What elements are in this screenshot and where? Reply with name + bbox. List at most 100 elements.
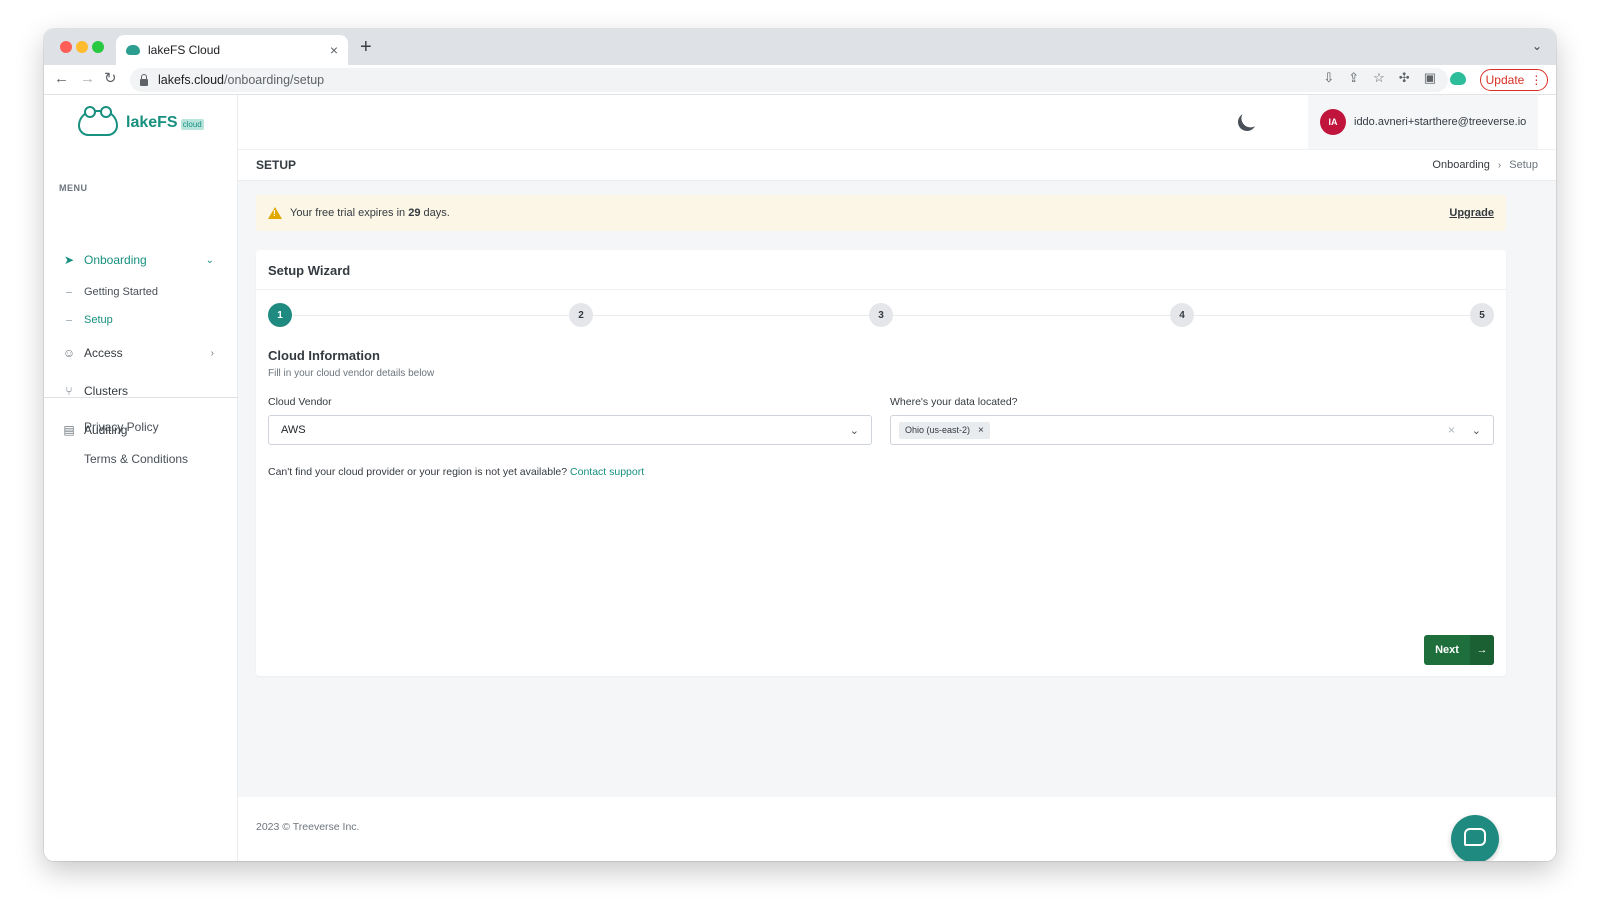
bookmark-star-icon[interactable]: ☆ — [1373, 70, 1385, 86]
frog-logo-icon — [78, 106, 118, 136]
tab-strip: lakeFS Cloud × + ⌄ — [44, 29, 1556, 65]
setup-wizard-card: Setup Wizard 1 2 3 4 5 Cloud Information… — [256, 250, 1506, 676]
cloud-vendor-select[interactable]: AWS ⌄ — [268, 415, 872, 445]
user-email: iddo.avneri+starthere@treeverse.io — [1354, 116, 1527, 128]
new-tab-button[interactable]: + — [360, 37, 372, 57]
menu-label: MENU — [59, 183, 88, 193]
dash-marker — [66, 291, 72, 293]
sidebar: lakeFS cloud MENU ➤ Onboarding ⌄ Getting… — [44, 95, 238, 861]
cloud-vendor-value: AWS — [281, 424, 306, 436]
url-path: /onboarding/setup — [224, 73, 325, 87]
user-menu[interactable]: IA iddo.avneri+starthere@treeverse.io — [1308, 95, 1538, 149]
privacy-policy-link[interactable]: Privacy Policy — [84, 420, 159, 434]
data-location-select[interactable]: Ohio (us-east-2) × × ⌄ — [890, 415, 1494, 445]
upgrade-link[interactable]: Upgrade — [1449, 207, 1494, 219]
sidebar-divider — [44, 397, 238, 398]
clear-selection-icon[interactable]: × — [1448, 423, 1455, 437]
section-subtitle: Fill in your cloud vendor details below — [268, 368, 435, 379]
branch-icon: ⑂ — [65, 384, 73, 398]
tab-close-icon[interactable]: × — [330, 42, 338, 58]
browser-toolbar: ← → ↻ lakefs.cloud/onboarding/setup ⇩ ⇪ … — [44, 65, 1556, 95]
top-bar: IA iddo.avneri+starthere@treeverse.io — [238, 95, 1556, 149]
sidebar-subitem-label: Setup — [84, 314, 113, 326]
step-3[interactable]: 3 — [869, 303, 893, 327]
side-panel-icon[interactable]: ▣ — [1424, 70, 1436, 86]
lakefs-extension-icon[interactable] — [1450, 71, 1466, 85]
sidebar-item-label: Access — [84, 346, 123, 360]
lakefs-favicon-icon — [126, 45, 140, 55]
cloud-vendor-label: Cloud Vendor — [268, 396, 332, 408]
copyright-text: 2023 © Treeverse Inc. — [256, 821, 360, 833]
extensions-puzzle-icon[interactable]: ✣ — [1399, 70, 1410, 86]
browser-tab[interactable]: lakeFS Cloud × — [116, 35, 348, 65]
arrow-right-icon: → — [1470, 635, 1494, 665]
sidebar-item-access[interactable]: ☺ Access › — [62, 341, 222, 365]
help-text: Can't find your cloud provider or your r… — [268, 466, 645, 478]
card-header: Setup Wizard — [256, 250, 1506, 290]
toolbar-icons: ⇩ ⇪ ☆ ✣ ▣ — [1323, 70, 1466, 86]
chat-support-button[interactable] — [1451, 815, 1499, 861]
reload-icon[interactable]: ↻ — [104, 70, 117, 88]
breadcrumb-onboarding[interactable]: Onboarding — [1432, 159, 1490, 171]
share-icon[interactable]: ⇪ — [1348, 70, 1359, 86]
sidebar-subitem-setup[interactable]: Setup — [66, 314, 113, 326]
maximize-window-button[interactable] — [92, 41, 104, 53]
terms-conditions-link[interactable]: Terms & Conditions — [84, 452, 188, 466]
alert-text: Your free trial expires in 29 days. — [290, 207, 450, 219]
update-label: Update — [1485, 73, 1525, 87]
sidebar-item-clusters[interactable]: ⑂ Clusters — [62, 379, 222, 403]
paper-plane-icon: ➤ — [63, 253, 75, 267]
dark-mode-moon-icon[interactable] — [1240, 108, 1261, 129]
address-bar[interactable]: lakefs.cloud/onboarding/setup — [130, 68, 1448, 92]
url-host: lakefs.cloud — [158, 73, 225, 87]
sidebar-item-label: Clusters — [84, 384, 129, 398]
ledger-icon: ▤ — [63, 423, 75, 437]
sidebar-subitem-getting-started[interactable]: Getting Started — [66, 286, 158, 298]
dash-marker — [66, 319, 72, 321]
chevron-down-icon: ⌄ — [849, 425, 859, 437]
chevron-right-icon: › — [1497, 159, 1502, 171]
region-tag: Ohio (us-east-2) × — [899, 421, 990, 439]
kebab-menu-icon: ⋮ — [1530, 73, 1543, 87]
sidebar-item-onboarding[interactable]: ➤ Onboarding ⌄ — [62, 248, 222, 272]
back-arrow-icon[interactable]: ← — [54, 70, 69, 88]
close-window-button[interactable] — [60, 41, 72, 53]
step-2[interactable]: 2 — [569, 303, 593, 327]
chevron-down-icon[interactable]: ⌄ — [1472, 424, 1481, 437]
footer: 2023 © Treeverse Inc. — [238, 797, 1556, 861]
breadcrumb: Onboarding › Setup — [1432, 159, 1538, 171]
page-title: SETUP — [256, 158, 297, 172]
chevron-right-icon: › — [210, 347, 214, 359]
tab-title: lakeFS Cloud — [148, 43, 221, 57]
install-app-icon[interactable]: ⇩ — [1323, 70, 1334, 86]
logo-text: lakeFS — [126, 114, 178, 131]
user-icon: ☺ — [62, 346, 76, 360]
browser-window: lakeFS Cloud × + ⌄ ← → ↻ lakefs.cloud/on… — [44, 29, 1556, 861]
warning-triangle-icon — [268, 207, 282, 219]
step-4[interactable]: 4 — [1170, 303, 1194, 327]
region-tag-label: Ohio (us-east-2) — [905, 425, 971, 435]
wizard-title: Setup Wizard — [268, 263, 351, 278]
sidebar-item-label: Onboarding — [84, 253, 147, 267]
trial-days: 29 — [408, 207, 421, 219]
page-header: SETUP Onboarding › Setup — [238, 149, 1556, 181]
next-label: Next — [1435, 644, 1459, 656]
sidebar-subitem-label: Getting Started — [84, 286, 158, 298]
step-1[interactable]: 1 — [268, 303, 292, 327]
chat-bubble-icon — [1464, 828, 1486, 846]
data-location-label: Where's your data located? — [890, 396, 1018, 408]
step-5[interactable]: 5 — [1470, 303, 1494, 327]
lock-icon — [140, 73, 148, 86]
minimize-window-button[interactable] — [76, 41, 88, 53]
lakefs-logo[interactable]: lakeFS cloud — [78, 106, 204, 136]
logo-badge: cloud — [180, 118, 204, 130]
tab-search-chevron-icon[interactable]: ⌄ — [1532, 39, 1542, 53]
next-button[interactable]: Next → — [1424, 635, 1494, 665]
update-button[interactable]: Update ⋮ — [1480, 69, 1548, 91]
remove-tag-icon[interactable]: × — [978, 425, 984, 436]
breadcrumb-setup: Setup — [1509, 159, 1538, 171]
chevron-down-icon: ⌄ — [205, 254, 214, 266]
forward-arrow-icon[interactable]: → — [80, 70, 95, 88]
contact-support-link[interactable]: Contact support — [570, 466, 644, 478]
section-title: Cloud Information — [268, 348, 380, 363]
